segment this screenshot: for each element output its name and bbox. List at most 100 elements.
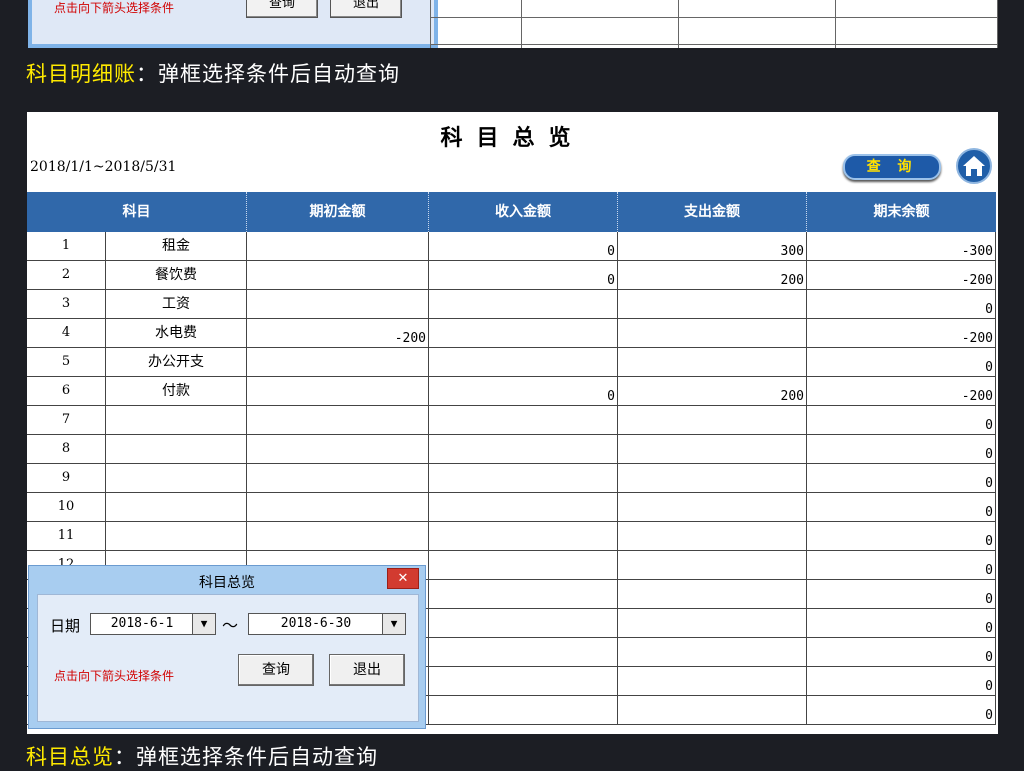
income-amount-cell[interactable] — [429, 319, 618, 347]
expense-amount-cell[interactable] — [618, 638, 807, 666]
income-amount-cell[interactable] — [429, 406, 618, 434]
closing-balance-cell[interactable]: -200 — [807, 261, 996, 289]
subject-name-cell[interactable]: 工资 — [106, 290, 247, 318]
expense-amount-cell[interactable] — [618, 435, 807, 463]
closing-balance-cell[interactable]: -200 — [807, 377, 996, 405]
income-amount-cell[interactable] — [429, 522, 618, 550]
income-amount-cell[interactable] — [429, 580, 618, 608]
expense-amount-cell[interactable] — [618, 551, 807, 579]
subject-name-cell[interactable] — [106, 522, 247, 550]
opening-amount-cell[interactable] — [247, 377, 429, 405]
income-amount-cell[interactable] — [429, 435, 618, 463]
opening-amount-cell[interactable]: -200 — [247, 319, 429, 347]
start-date-select[interactable]: 2018-6-1 ▼ — [90, 613, 216, 635]
dialog-query-button[interactable]: 查询 — [238, 654, 314, 686]
closing-balance-cell[interactable]: -200 — [807, 319, 996, 347]
row-index[interactable]: 9 — [27, 464, 106, 492]
opening-amount-cell[interactable] — [247, 522, 429, 550]
row-index[interactable]: 8 — [27, 435, 106, 463]
chevron-down-icon[interactable]: ▼ — [192, 614, 215, 634]
home-icon — [963, 156, 985, 176]
closing-balance-cell[interactable]: 0 — [807, 667, 996, 695]
closing-balance-cell[interactable]: 0 — [807, 609, 996, 637]
closing-balance-cell[interactable]: 0 — [807, 580, 996, 608]
closing-balance-cell[interactable]: 0 — [807, 522, 996, 550]
closing-balance-cell[interactable]: 0 — [807, 551, 996, 579]
opening-amount-cell[interactable] — [247, 232, 429, 260]
expense-amount-cell[interactable] — [618, 696, 807, 724]
income-amount-cell[interactable] — [429, 696, 618, 724]
row-index[interactable]: 4 — [27, 319, 106, 347]
detail-caption-text: ：弹框选择条件后自动查询 — [136, 62, 400, 86]
row-index[interactable]: 6 — [27, 377, 106, 405]
top-query-button[interactable]: 查询 — [246, 0, 318, 18]
income-amount-cell[interactable] — [429, 638, 618, 666]
header-opening: 期初金额 — [247, 192, 429, 232]
opening-amount-cell[interactable] — [247, 348, 429, 376]
top-exit-button[interactable]: 退出 — [330, 0, 402, 18]
income-amount-cell[interactable] — [429, 551, 618, 579]
subject-name-cell[interactable]: 餐饮费 — [106, 261, 247, 289]
close-button[interactable]: ✕ — [387, 568, 419, 589]
closing-balance-cell[interactable]: 0 — [807, 406, 996, 434]
expense-amount-cell[interactable] — [618, 406, 807, 434]
income-amount-cell[interactable]: 0 — [429, 377, 618, 405]
home-button[interactable] — [956, 148, 992, 184]
closing-balance-cell[interactable]: 0 — [807, 696, 996, 724]
expense-amount-cell[interactable] — [618, 493, 807, 521]
query-button[interactable]: 查 询 — [843, 154, 941, 180]
row-index[interactable]: 1 — [27, 232, 106, 260]
row-index[interactable]: 2 — [27, 261, 106, 289]
end-date-select[interactable]: 2018-6-30 ▼ — [248, 613, 406, 635]
closing-balance-cell[interactable]: 0 — [807, 464, 996, 492]
opening-amount-cell[interactable] — [247, 435, 429, 463]
opening-amount-cell[interactable] — [247, 464, 429, 492]
income-amount-cell[interactable]: 0 — [429, 232, 618, 260]
subject-name-cell[interactable]: 租金 — [106, 232, 247, 260]
income-amount-cell[interactable] — [429, 493, 618, 521]
row-index[interactable]: 5 — [27, 348, 106, 376]
expense-amount-cell[interactable] — [618, 290, 807, 318]
expense-amount-cell[interactable] — [618, 580, 807, 608]
subject-name-cell[interactable]: 付款 — [106, 377, 247, 405]
subject-name-cell[interactable] — [106, 493, 247, 521]
closing-balance-cell[interactable]: 0 — [807, 638, 996, 666]
closing-balance-cell[interactable]: 0 — [807, 290, 996, 318]
income-amount-cell[interactable]: 0 — [429, 261, 618, 289]
income-amount-cell[interactable] — [429, 348, 618, 376]
row-index[interactable]: 7 — [27, 406, 106, 434]
subject-name-cell[interactable] — [106, 406, 247, 434]
expense-amount-cell[interactable]: 200 — [618, 377, 807, 405]
expense-amount-cell[interactable]: 300 — [618, 232, 807, 260]
subject-name-cell[interactable] — [106, 435, 247, 463]
income-amount-cell[interactable] — [429, 667, 618, 695]
closing-balance-cell[interactable]: 0 — [807, 435, 996, 463]
opening-amount-cell[interactable] — [247, 406, 429, 434]
subject-name-cell[interactable]: 办公开支 — [106, 348, 247, 376]
closing-balance-cell[interactable]: 0 — [807, 493, 996, 521]
table-row: 6 付款 0 200 -200 — [27, 377, 996, 406]
subject-name-cell[interactable] — [106, 464, 247, 492]
expense-amount-cell[interactable] — [618, 667, 807, 695]
income-amount-cell[interactable] — [429, 290, 618, 318]
income-amount-cell[interactable] — [429, 609, 618, 637]
expense-amount-cell[interactable]: 200 — [618, 261, 807, 289]
closing-balance-cell[interactable]: -300 — [807, 232, 996, 260]
row-index[interactable]: 10 — [27, 493, 106, 521]
opening-amount-cell[interactable] — [247, 261, 429, 289]
closing-balance-cell[interactable]: 0 — [807, 348, 996, 376]
header-closing: 期末余额 — [873, 204, 930, 220]
chevron-down-icon[interactable]: ▼ — [382, 614, 405, 634]
opening-amount-cell[interactable] — [247, 290, 429, 318]
expense-amount-cell[interactable] — [618, 319, 807, 347]
income-amount-cell[interactable] — [429, 464, 618, 492]
expense-amount-cell[interactable] — [618, 348, 807, 376]
expense-amount-cell[interactable] — [618, 522, 807, 550]
row-index[interactable]: 11 — [27, 522, 106, 550]
row-index[interactable]: 3 — [27, 290, 106, 318]
subject-name-cell[interactable]: 水电费 — [106, 319, 247, 347]
expense-amount-cell[interactable] — [618, 464, 807, 492]
dialog-exit-button[interactable]: 退出 — [329, 654, 405, 686]
opening-amount-cell[interactable] — [247, 493, 429, 521]
expense-amount-cell[interactable] — [618, 609, 807, 637]
